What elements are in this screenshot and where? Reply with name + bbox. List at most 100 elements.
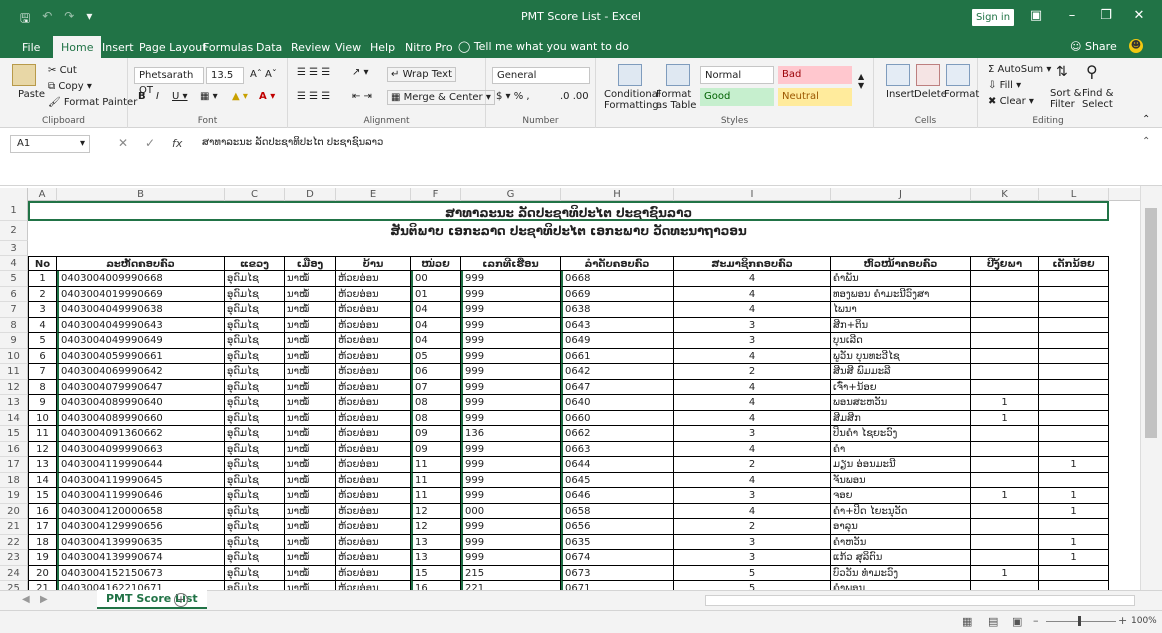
table-cell[interactable] bbox=[1039, 333, 1109, 349]
table-cell[interactable]: ຄຳພອນ bbox=[831, 581, 971, 590]
table-cell[interactable]: 0403004139990674 bbox=[57, 550, 225, 566]
table-cell[interactable]: 0403004079990647 bbox=[57, 379, 225, 395]
table-cell[interactable]: 1 bbox=[1039, 457, 1109, 473]
normal-view-icon[interactable]: ▦ bbox=[962, 615, 972, 628]
format-cells-icon[interactable] bbox=[946, 64, 970, 86]
table-header-cell[interactable]: ເລກທີເຮືອນ bbox=[461, 256, 561, 271]
row-header[interactable]: 10 bbox=[0, 348, 28, 364]
tab-view[interactable]: View bbox=[335, 41, 361, 54]
table-cell[interactable]: 999 bbox=[461, 348, 561, 364]
table-cell[interactable]: ອຸດົມໄຊ bbox=[225, 410, 285, 426]
paste-icon[interactable] bbox=[12, 64, 36, 86]
table-cell[interactable]: 0403004119990644 bbox=[57, 457, 225, 473]
table-cell[interactable]: 11 bbox=[411, 457, 461, 473]
table-header-cell[interactable]: No bbox=[28, 256, 57, 271]
table-cell[interactable]: 0403004091360662 bbox=[57, 426, 225, 442]
sheet-tab-pmt-score-list[interactable]: PMT Score List bbox=[97, 590, 207, 609]
table-cell[interactable]: 215 bbox=[461, 565, 561, 581]
table-cell[interactable]: ຄຳ bbox=[831, 441, 971, 457]
table-cell[interactable]: ອຸດົມໄຊ bbox=[225, 581, 285, 590]
table-cell[interactable]: 999 bbox=[461, 395, 561, 411]
worksheet-grid[interactable]: ABCDEFGHIJKL 1 2 3 4 ສາທາລະນະ ລັດປະຊາທິປະໄຕ … bbox=[0, 186, 1162, 590]
styles-more-icon[interactable]: ▲ ▼ bbox=[858, 72, 864, 90]
tab-nitro-pro[interactable]: Nitro Pro bbox=[405, 41, 453, 54]
table-cell[interactable]: ນາໝໍ້ bbox=[285, 317, 336, 333]
sheet-nav-next-icon[interactable]: ▶ bbox=[40, 594, 48, 605]
table-header-cell[interactable]: ລຳດັບຄອບຄົວ bbox=[561, 256, 674, 271]
table-cell[interactable] bbox=[1039, 364, 1109, 380]
table-cell[interactable]: 0658 bbox=[561, 503, 674, 519]
row-header[interactable]: 20 bbox=[0, 503, 28, 519]
tab-data[interactable]: Data bbox=[256, 41, 282, 54]
orientation-icon[interactable]: ↗ ▾ bbox=[352, 67, 369, 78]
close-icon[interactable]: ✕ bbox=[1130, 8, 1148, 24]
table-cell[interactable]: 999 bbox=[461, 457, 561, 473]
collapse-ribbon-icon[interactable]: ⌃ bbox=[1142, 114, 1150, 125]
accounting-icon[interactable]: $ ▾ % , bbox=[496, 91, 530, 102]
row-header[interactable]: 14 bbox=[0, 410, 28, 426]
row-header[interactable]: 12 bbox=[0, 379, 28, 395]
table-cell[interactable]: 4 bbox=[674, 379, 831, 395]
table-cell[interactable]: 0403004059990661 bbox=[57, 348, 225, 364]
table-cell[interactable]: ປິນຄຳ ໄຊຍະວົງ bbox=[831, 426, 971, 442]
zoom-out-icon[interactable]: – bbox=[1033, 614, 1039, 627]
row-header[interactable]: 9 bbox=[0, 333, 28, 349]
table-cell[interactable] bbox=[971, 364, 1039, 380]
row-header[interactable]: 6 bbox=[0, 286, 28, 302]
table-cell[interactable]: ອຸດົມໄຊ bbox=[225, 488, 285, 504]
enter-icon[interactable]: ✓ bbox=[145, 136, 155, 150]
italic-button[interactable]: I bbox=[156, 91, 159, 102]
table-cell[interactable]: 4 bbox=[674, 302, 831, 318]
table-cell[interactable] bbox=[971, 441, 1039, 457]
page-break-view-icon[interactable]: ▣ bbox=[1012, 615, 1022, 628]
tab-formulas[interactable]: Formulas bbox=[203, 41, 253, 54]
table-cell[interactable]: ນາໝໍ້ bbox=[285, 550, 336, 566]
table-cell[interactable]: 999 bbox=[461, 488, 561, 504]
table-cell[interactable]: 07 bbox=[411, 379, 461, 395]
table-cell[interactable]: ອຸດົມໄຊ bbox=[225, 333, 285, 349]
table-cell[interactable] bbox=[971, 503, 1039, 519]
feedback-smiley-icon[interactable]: ☻ bbox=[1129, 39, 1143, 53]
row-header[interactable]: 24 bbox=[0, 565, 28, 581]
table-cell[interactable] bbox=[971, 426, 1039, 442]
table-cell[interactable]: 0643 bbox=[561, 317, 674, 333]
table-cell[interactable]: ອາລຸນ bbox=[831, 519, 971, 535]
row-header[interactable]: 17 bbox=[0, 457, 28, 473]
restore-icon[interactable]: ❐ bbox=[1097, 8, 1115, 24]
table-cell[interactable]: 06 bbox=[411, 364, 461, 380]
table-cell[interactable]: ອຸດົມໄຊ bbox=[225, 534, 285, 550]
table-cell[interactable]: 4 bbox=[674, 395, 831, 411]
table-cell[interactable]: 19 bbox=[28, 550, 57, 566]
vertical-scrollbar[interactable] bbox=[1140, 186, 1162, 590]
ribbon-display-icon[interactable]: ▣ bbox=[1027, 8, 1045, 24]
zoom-in-icon[interactable]: + bbox=[1118, 614, 1127, 627]
table-cell[interactable]: ອຸດົມໄຊ bbox=[225, 364, 285, 380]
table-cell[interactable]: ນາໝໍ້ bbox=[285, 472, 336, 488]
table-cell[interactable]: ນາໝໍ້ bbox=[285, 565, 336, 581]
table-cell[interactable]: 0403004049990649 bbox=[57, 333, 225, 349]
table-cell[interactable]: ນາໝໍ້ bbox=[285, 581, 336, 590]
sign-in-button[interactable]: Sign in bbox=[972, 9, 1014, 26]
table-cell[interactable]: 9 bbox=[28, 395, 57, 411]
zoom-level[interactable]: 100% bbox=[1131, 616, 1157, 626]
format-painter-button[interactable]: 🖌 Format Painter bbox=[48, 97, 137, 108]
table-cell[interactable]: ຫ້ວຍອ່ອນ bbox=[336, 550, 411, 566]
table-cell[interactable]: 4 bbox=[674, 286, 831, 302]
table-cell[interactable]: ຫ້ວຍອ່ອນ bbox=[336, 441, 411, 457]
table-cell[interactable]: 0403004089990660 bbox=[57, 410, 225, 426]
table-cell[interactable]: 0663 bbox=[561, 441, 674, 457]
table-cell[interactable]: ຫ້ວຍອ່ອນ bbox=[336, 426, 411, 442]
table-cell[interactable]: 13 bbox=[411, 550, 461, 566]
table-cell[interactable]: 1 bbox=[971, 565, 1039, 581]
table-cell[interactable]: ມຽນ ອ່ອນມະນີ bbox=[831, 457, 971, 473]
bold-button[interactable]: B bbox=[138, 91, 146, 102]
table-cell[interactable]: ຈອຍ bbox=[831, 488, 971, 504]
table-cell[interactable]: 0647 bbox=[561, 379, 674, 395]
grow-font-icon[interactable]: Aˆ Aˇ bbox=[250, 69, 277, 80]
insert-button[interactable]: Insert bbox=[886, 89, 915, 100]
table-cell[interactable]: ບຸນເລີດ bbox=[831, 333, 971, 349]
table-cell[interactable]: 12 bbox=[411, 519, 461, 535]
table-cell[interactable]: 04 bbox=[411, 302, 461, 318]
row-header[interactable]: 5 bbox=[0, 271, 28, 287]
column-header[interactable]: E bbox=[336, 188, 411, 201]
